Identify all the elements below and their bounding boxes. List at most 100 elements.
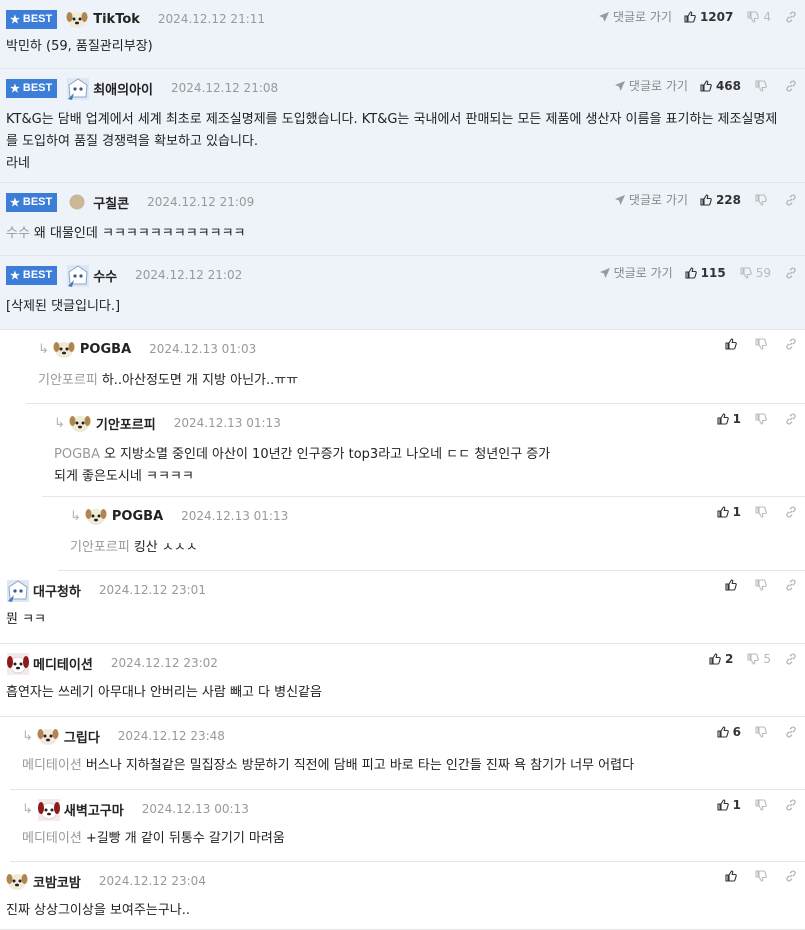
send-icon [614,194,629,206]
comment-actions: 1 [717,505,797,519]
best-badge: ★ BEST [6,78,58,98]
mention-tag[interactable]: 수수 [6,226,30,241]
downvote-button[interactable]: 4 [747,10,771,24]
red-dog-avatar[interactable] [37,798,60,821]
goto-reply-label: 댓글로 가기 [613,266,673,280]
reply-comment: ↳ POGBA 2024.12.13 01:13 1 기안포르피 킹산 ㅅㅅㅅ [58,497,805,571]
comment-author[interactable]: TikTok [93,12,140,27]
comment-text: 라네 [6,156,30,171]
anime-avatar[interactable] [6,579,29,602]
link-icon[interactable] [785,266,797,279]
upvote-button[interactable]: 1 [717,798,741,812]
thumbs-down-icon [740,266,756,279]
anime-avatar[interactable] [66,264,90,287]
comment-author[interactable]: 코밤코밤 [33,872,81,891]
comment-actions [725,870,797,882]
downvote-button[interactable] [755,338,771,350]
circle-avatar[interactable] [66,191,88,213]
upvote-count: 1207 [699,9,734,24]
upvote-button[interactable]: 228 [700,193,741,207]
puppy-avatar[interactable] [53,338,75,360]
upvote-button[interactable]: 115 [685,266,726,280]
link-icon[interactable] [785,506,797,518]
link-icon[interactable] [785,870,797,882]
comment-author[interactable]: 수수 [93,266,117,285]
comment-text: 왜 대물인데 ㅋㅋㅋㅋㅋㅋㅋㅋㅋㅋㅋㅋ [33,226,246,241]
downvote-button[interactable] [755,79,771,92]
comment-body: [삭제된 댓글입니다.] [6,296,789,318]
puppy-avatar[interactable] [85,505,107,527]
downvote-button[interactable] [755,870,771,882]
downvote-button[interactable] [755,506,771,518]
puppy-avatar[interactable] [37,725,59,747]
link-icon[interactable] [785,726,797,738]
mention-tag[interactable]: POGBA [54,447,100,462]
link-icon[interactable] [785,193,797,206]
comment-header: ↳ 기안포르피 2024.12.13 01:13 [54,412,281,434]
upvote-count: 228 [715,192,741,207]
puppy-avatar[interactable] [66,8,88,30]
comment-author[interactable]: 대구청하 [33,581,81,600]
comment-header: ↳ 새벽고구마 2024.12.13 00:13 [22,798,249,821]
downvote-button[interactable]: 5 [747,652,771,666]
comment-date: 2024.12.13 01:13 [173,416,281,430]
reply-arrow-icon: ↳ [38,341,49,357]
red-dog-avatar[interactable] [6,652,29,675]
upvote-button[interactable]: 1 [717,412,741,426]
comment-text: 킹산 ㅅㅅㅅ [133,540,198,555]
puppy-avatar[interactable] [69,412,91,434]
link-icon[interactable] [785,10,797,23]
link-icon[interactable] [785,79,797,92]
goto-reply-link[interactable]: 댓글로 가기 [599,264,673,281]
downvote-button[interactable]: 59 [740,266,771,280]
comment-header: 코밤코밤 2024.12.12 23:04 [6,870,206,892]
best-badge-label: BEST [22,196,53,208]
comment-author[interactable]: 기안포르피 [96,414,156,433]
downvote-button[interactable] [755,726,771,738]
mention-tag[interactable]: 기안포르피 [38,373,98,388]
puppy-avatar[interactable] [6,870,28,892]
goto-reply-link[interactable]: 댓글로 가기 [598,8,672,25]
comment-author[interactable]: 메디테이션 [33,654,93,673]
comment-body: 진짜 상상그이상을 보여주는구나.. [6,900,789,922]
upvote-button[interactable]: 2 [709,652,733,666]
mention-tag[interactable]: 메디테이션 [22,758,82,773]
link-icon[interactable] [785,579,797,591]
goto-reply-link[interactable]: 댓글로 가기 [614,77,688,94]
reply-arrow-icon: ↳ [22,728,33,744]
comment-author[interactable]: POGBA [112,509,163,524]
mention-tag[interactable]: 메디테이션 [22,831,82,846]
comment-author[interactable]: 최애의아이 [93,79,153,98]
comment-text: KT&G는 담배 업계에서 세계 최초로 제조실명제를 도입했습니다. KT&G… [6,112,778,149]
downvote-count: 59 [755,265,771,280]
anime-avatar[interactable] [66,77,90,100]
goto-reply-link[interactable]: 댓글로 가기 [614,191,688,208]
comment-author[interactable]: 구칠콘 [93,193,129,212]
upvote-button[interactable]: 6 [717,725,741,739]
link-icon[interactable] [785,799,797,811]
star-icon: ★ [10,196,20,209]
comment-author[interactable]: 그립다 [64,727,100,746]
upvote-button[interactable]: 468 [700,79,741,93]
mention-tag[interactable]: 기안포르피 [70,540,130,555]
comment-author[interactable]: POGBA [80,342,131,357]
downvote-button[interactable] [755,413,771,425]
thumbs-up-icon [717,726,733,738]
upvote-button[interactable] [725,338,741,350]
best-badge: ★ BEST [6,192,58,212]
link-icon[interactable] [785,413,797,425]
upvote-button[interactable] [725,579,741,591]
link-icon[interactable] [785,338,797,350]
downvote-button[interactable] [755,579,771,591]
comment-header: 대구청하 2024.12.12 23:01 [6,579,206,602]
comment-header: ★ BEST 구칠콘 2024.12.12 21:09 [6,191,254,213]
upvote-button[interactable]: 1 [717,505,741,519]
comment-body: 기안포르피 킹산 ㅅㅅㅅ [70,537,789,559]
thumbs-up-icon [717,413,733,425]
comment-author[interactable]: 새벽고구마 [64,800,124,819]
downvote-button[interactable] [755,193,771,206]
upvote-button[interactable]: 1207 [684,10,733,24]
link-icon[interactable] [785,653,797,665]
upvote-button[interactable] [725,870,741,882]
downvote-button[interactable] [755,799,771,811]
